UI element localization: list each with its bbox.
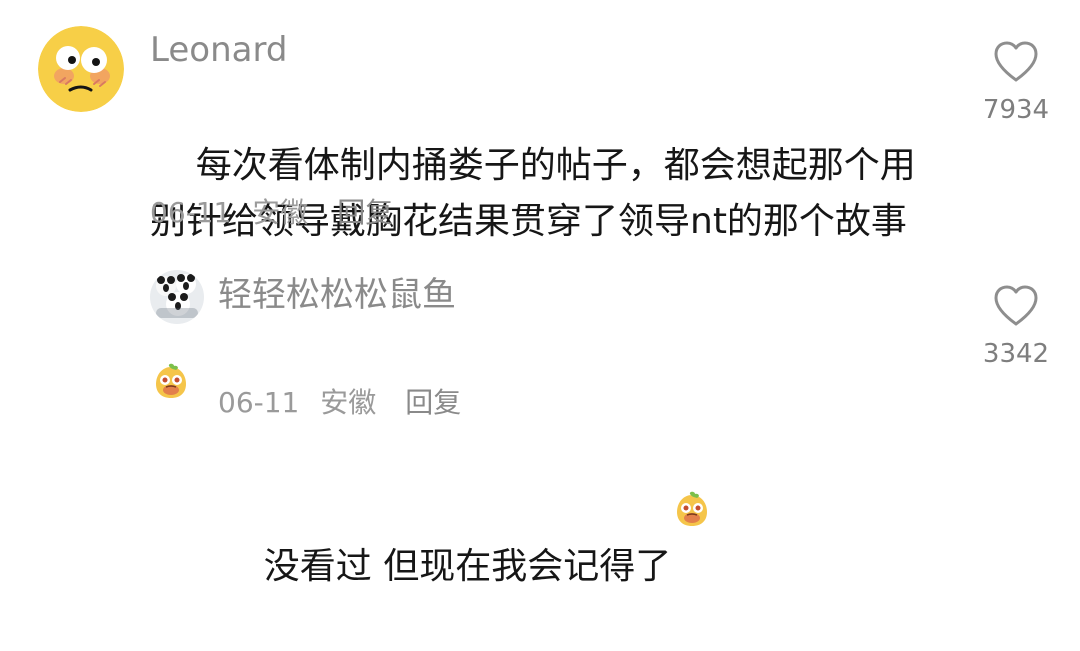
reply-button[interactable]: 回复 [337, 196, 393, 229]
like-button[interactable]: 7934 [966, 40, 1066, 126]
panda-avatar-icon [150, 270, 204, 324]
comment-username[interactable]: Leonard [150, 30, 287, 70]
heart-icon[interactable] [992, 40, 1040, 84]
heart-icon[interactable] [992, 284, 1040, 328]
like-button[interactable]: 3342 [966, 284, 1066, 370]
comment-item-2: 轻轻松松松鼠鱼 没看过 但现在我会记得了 06-11 安徽 回复 3342 [0, 250, 1080, 587]
comment-location: 安徽 [252, 196, 309, 229]
like-count: 3342 [982, 339, 1050, 369]
reply-text: 没看过 但现在我会记得了 [218, 322, 918, 651]
user-avatar[interactable] [150, 270, 204, 324]
user-avatar[interactable] [38, 26, 124, 112]
reply-username[interactable]: 轻轻松松松鼠鱼 [218, 275, 456, 315]
reply-button[interactable]: 回复 [405, 386, 461, 419]
reply-location: 安徽 [320, 386, 377, 419]
cute-lemon-emoji-icon [673, 378, 711, 526]
comment-date: 06-11 [150, 196, 232, 229]
comment-meta: 06-11 安徽 回复 [150, 196, 405, 230]
reply-text-content: 没看过 但现在我会记得了 [263, 546, 672, 587]
shy-face-avatar-icon [38, 26, 124, 112]
like-count: 7934 [982, 95, 1050, 125]
reply-date: 06-11 [218, 386, 300, 419]
comment-item-1: Leonard 每次看体制内捅娄子的帖子，都会想起那个用别针给领导戴胸花结果贯穿… [0, 0, 1080, 398]
